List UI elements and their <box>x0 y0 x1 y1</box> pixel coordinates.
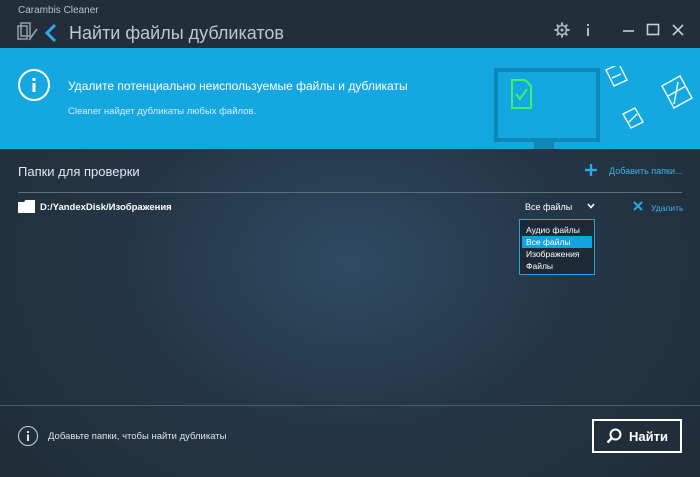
add-plus-icon[interactable] <box>584 163 598 177</box>
banner-subtext: Cleaner найдет дубликаты любых файлов. <box>68 106 257 117</box>
chevron-down-icon <box>587 203 595 209</box>
footer-info-icon <box>18 426 38 446</box>
maximize-icon[interactable] <box>645 22 661 38</box>
file-type-value: Все файлы <box>525 202 573 212</box>
search-icon <box>606 428 622 444</box>
footer-hint: Добавьте папки, чтобы найти дубликаты <box>48 431 227 442</box>
banner-heading: Удалите потенциально неиспользуемые файл… <box>68 79 408 93</box>
folder-icon <box>18 200 35 213</box>
file-type-dropdown: Аудио файлы Все файлы Изображения Файлы <box>519 219 595 275</box>
close-icon[interactable] <box>670 22 686 38</box>
title-bar: Carambis Cleaner Найти файлы дубликатов <box>0 0 700 48</box>
broom-icon <box>17 22 38 41</box>
footer-divider <box>0 405 700 406</box>
monitor-illustration-icon <box>494 66 693 149</box>
dropdown-option-images[interactable]: Изображения <box>522 248 592 260</box>
dropdown-option-audio[interactable]: Аудио файлы <box>522 224 592 236</box>
minimize-icon[interactable] <box>621 22 637 38</box>
section-divider <box>18 192 682 193</box>
remove-x-icon[interactable] <box>633 201 643 211</box>
add-folders-link[interactable]: Добавить папки... <box>609 166 683 176</box>
info-icon[interactable] <box>580 22 596 38</box>
find-button-label: Найти <box>629 429 668 444</box>
find-button[interactable]: Найти <box>592 419 682 453</box>
page-title: Найти файлы дубликатов <box>69 23 284 43</box>
section-title: Папки для проверки <box>18 164 140 179</box>
banner-info-icon <box>18 69 50 101</box>
app-window: Carambis Cleaner Найти файлы дубликатов <box>0 0 700 477</box>
info-banner: Удалите потенциально неиспользуемые файл… <box>0 48 700 149</box>
back-arrow-icon[interactable] <box>44 23 58 43</box>
dropdown-option-all[interactable]: Все файлы <box>522 236 592 248</box>
dropdown-option-files[interactable]: Файлы <box>522 260 592 272</box>
file-type-select[interactable]: Все файлы <box>520 200 598 214</box>
remove-folder-link[interactable]: Удалить <box>651 203 683 213</box>
gear-icon[interactable] <box>554 22 570 38</box>
app-name: Carambis Cleaner <box>18 5 99 16</box>
folder-path: D:/YandexDisk/Изображения <box>40 202 172 213</box>
